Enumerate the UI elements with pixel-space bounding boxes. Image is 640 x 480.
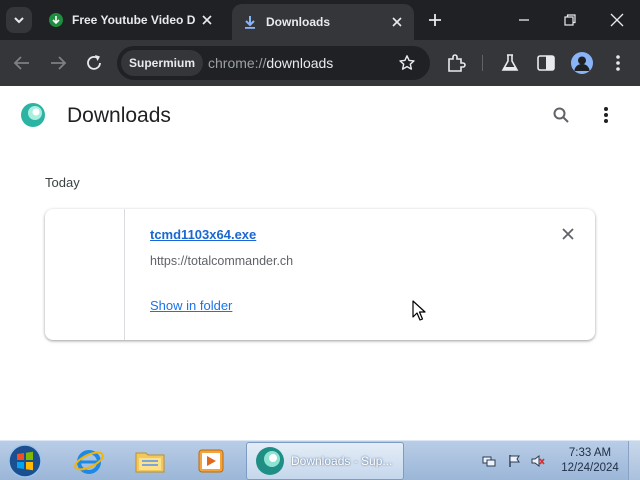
taskbar-button-label: Downloads - Sup...	[291, 454, 393, 468]
tab-downloads[interactable]: Downloads	[232, 4, 414, 40]
taskbar-button-downloads[interactable]: Downloads - Sup...	[246, 442, 404, 480]
back-arrow-icon[interactable]	[11, 52, 33, 74]
media-player-icon[interactable]	[194, 444, 228, 478]
more-options-icon[interactable]	[596, 105, 616, 125]
show-desktop-button[interactable]	[628, 441, 640, 480]
windows-start-orb-icon[interactable]	[6, 443, 44, 479]
browser-toolbar: Supermium chrome://downloads	[0, 40, 640, 86]
side-panel-icon[interactable]	[535, 52, 557, 74]
tab-free-youtube-video[interactable]: Free Youtube Video D	[38, 0, 224, 40]
tab-title: Free Youtube Video D	[72, 13, 196, 27]
date-header: Today	[45, 175, 80, 190]
search-icon[interactable]	[552, 106, 570, 124]
tab-title: Downloads	[266, 15, 331, 29]
volume-muted-icon[interactable]	[531, 454, 545, 468]
browser-chip[interactable]: Supermium	[121, 50, 204, 76]
url-text[interactable]: chrome://downloads	[208, 55, 333, 71]
show-in-folder-link[interactable]: Show in folder	[150, 298, 232, 313]
file-explorer-folder-icon[interactable]	[133, 444, 167, 478]
new-tab-plus-icon[interactable]	[426, 11, 444, 29]
tab-search-button[interactable]	[6, 7, 32, 33]
action-center-flag-icon[interactable]	[507, 454, 521, 468]
address-bar[interactable]: Supermium chrome://downloads	[117, 46, 430, 80]
bookmark-star-icon[interactable]	[398, 54, 416, 72]
close-tab-icon[interactable]	[390, 15, 404, 29]
close-window-icon[interactable]	[607, 10, 627, 30]
source-url: https://totalcommander.ch	[150, 254, 294, 268]
reload-icon[interactable]	[83, 52, 105, 74]
network-icon[interactable]	[482, 454, 496, 468]
clock-time: 7:33 AM	[568, 447, 612, 459]
download-icon	[245, 16, 255, 29]
forward-arrow-icon[interactable]	[47, 52, 69, 74]
minimize-icon[interactable]	[514, 10, 534, 30]
profile-avatar-icon[interactable]	[571, 52, 593, 74]
supermium-logo-icon	[21, 103, 45, 127]
downloads-page: Downloads Today tcmd1103x64.exe https://…	[0, 86, 640, 440]
internet-explorer-icon[interactable]	[72, 444, 106, 478]
file-name-link[interactable]: tcmd1103x64.exe	[150, 227, 256, 242]
mouse-pointer-icon	[412, 300, 426, 321]
clock-date: 12/24/2024	[561, 462, 619, 474]
labs-flask-icon[interactable]	[499, 52, 521, 74]
file-icon-area	[45, 209, 125, 340]
extensions-puzzle-icon[interactable]	[445, 52, 467, 74]
chevron-down-icon	[14, 17, 24, 24]
restore-icon[interactable]	[560, 10, 580, 30]
remove-download-icon[interactable]	[561, 227, 575, 241]
close-tab-icon[interactable]	[200, 13, 214, 27]
page-title: Downloads	[67, 104, 171, 127]
download-item-card: tcmd1103x64.exe https://totalcommander.c…	[45, 209, 595, 340]
tab-strip: Free Youtube Video D Downloads	[0, 0, 640, 40]
windows-taskbar: Downloads - Sup... 7:33 AM 12/24/2024	[0, 440, 640, 480]
system-clock[interactable]: 7:33 AM 12/24/2024	[556, 446, 624, 476]
supermium-logo-icon	[256, 447, 284, 475]
green-download-icon	[49, 13, 63, 27]
toolbar-separator	[482, 55, 483, 71]
browser-menu-icon[interactable]	[607, 52, 629, 74]
